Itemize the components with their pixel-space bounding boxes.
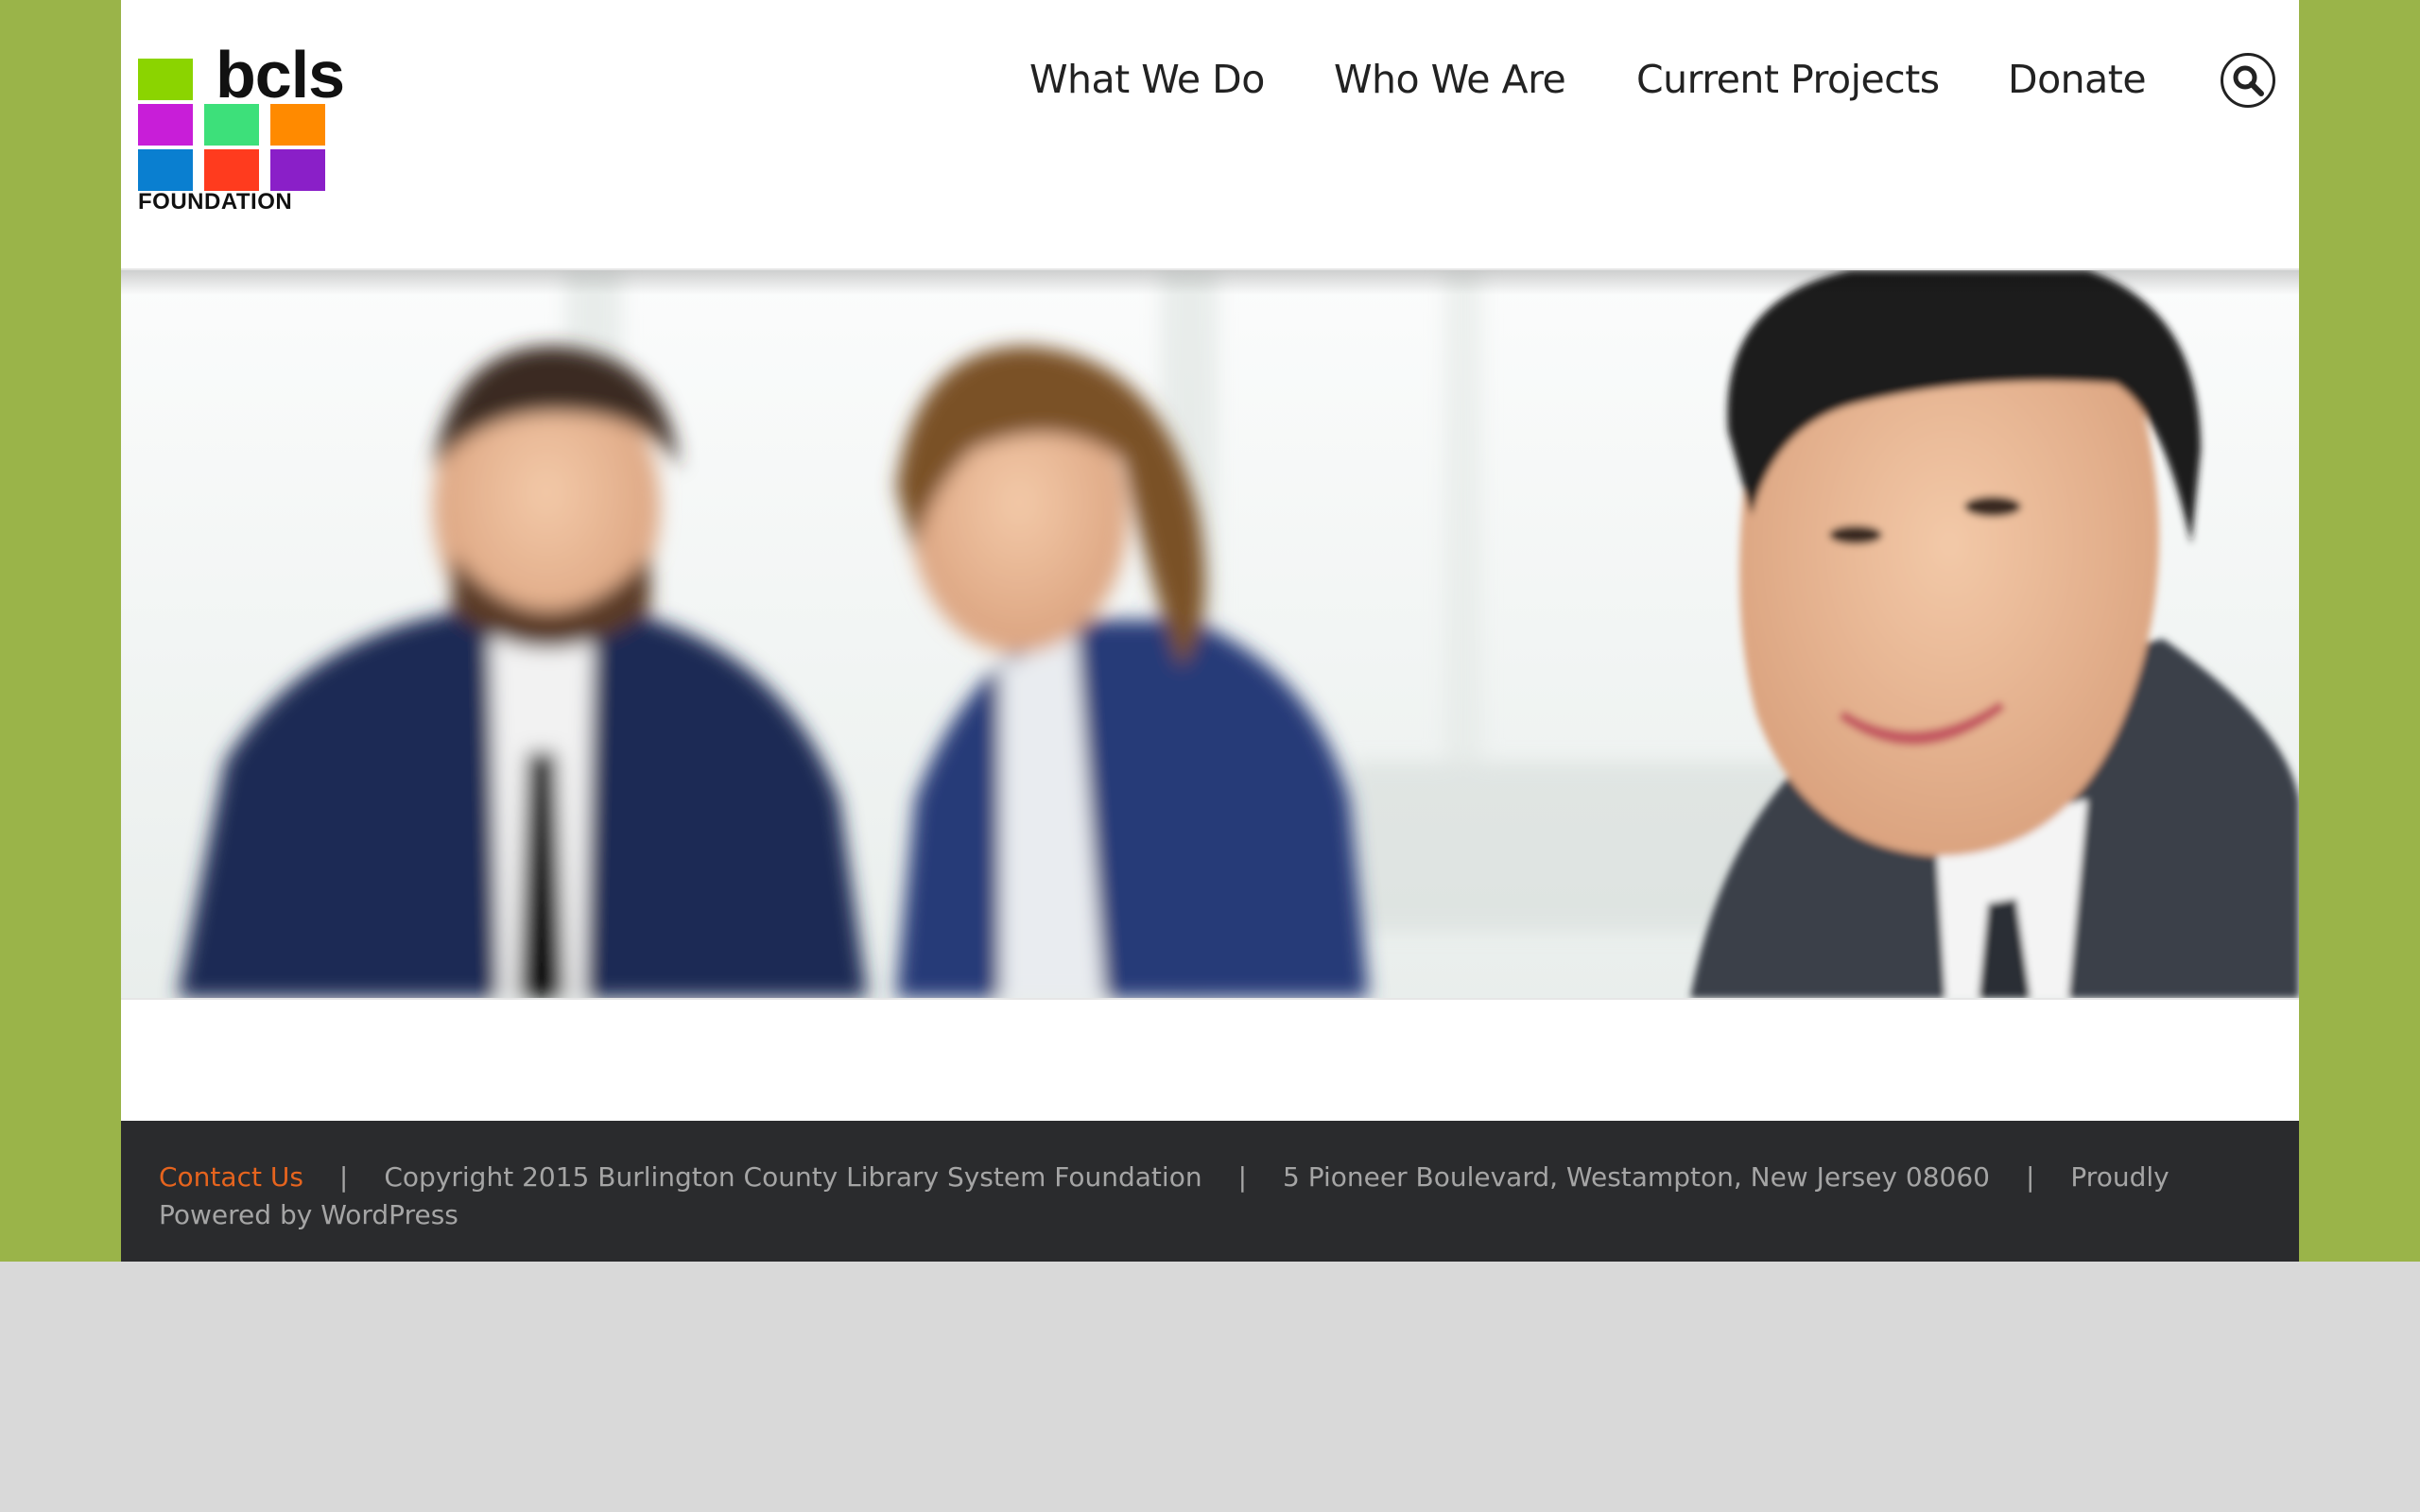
logo-tile	[270, 149, 325, 191]
nav-item-current-projects[interactable]: Current Projects	[1636, 57, 1940, 102]
logo-wordmark: bcls	[216, 38, 345, 112]
footer-separator: |	[338, 1161, 349, 1193]
logo-tile	[138, 59, 193, 100]
wordpress-link[interactable]: WordPress	[320, 1199, 458, 1230]
footer-separator: |	[2025, 1161, 2035, 1193]
footer-info: Contact Us | Copyright 2015 Burlington Cou…	[159, 1159, 2267, 1234]
footer-address: 5 Pioneer Boulevard, Westampton, New Jer…	[1283, 1161, 1990, 1193]
footer-copyright: Copyright 2015 Burlington County Library…	[384, 1161, 1202, 1193]
nav-item-donate[interactable]: Donate	[2008, 57, 2147, 102]
logo-tile	[204, 149, 259, 191]
hero-photo-banner	[121, 268, 2299, 1000]
logo-tagline: FOUNDATION	[138, 189, 293, 215]
search-button[interactable]	[2221, 53, 2275, 108]
logo-tile	[138, 149, 193, 191]
nav-item-what-we-do[interactable]: What We Do	[1029, 57, 1265, 102]
site-footer: Contact Us | Copyright 2015 Burlington Cou…	[121, 1121, 2299, 1262]
bcls-foundation-logo[interactable]: bcls FOUNDATION	[138, 42, 345, 215]
search-icon	[2233, 65, 2264, 96]
site-header: bcls FOUNDATION What We Do Who We Are Cu…	[121, 0, 2299, 268]
footer-separator: |	[1237, 1161, 1248, 1193]
site-wrapper: bcls FOUNDATION What We Do Who We Are Cu…	[121, 0, 2299, 1262]
nav-item-who-we-are[interactable]: Who We Are	[1334, 57, 1566, 102]
contact-us-link[interactable]: Contact Us	[159, 1161, 303, 1193]
logo-tile	[138, 104, 193, 146]
hero-photo-business-team	[121, 270, 2299, 998]
